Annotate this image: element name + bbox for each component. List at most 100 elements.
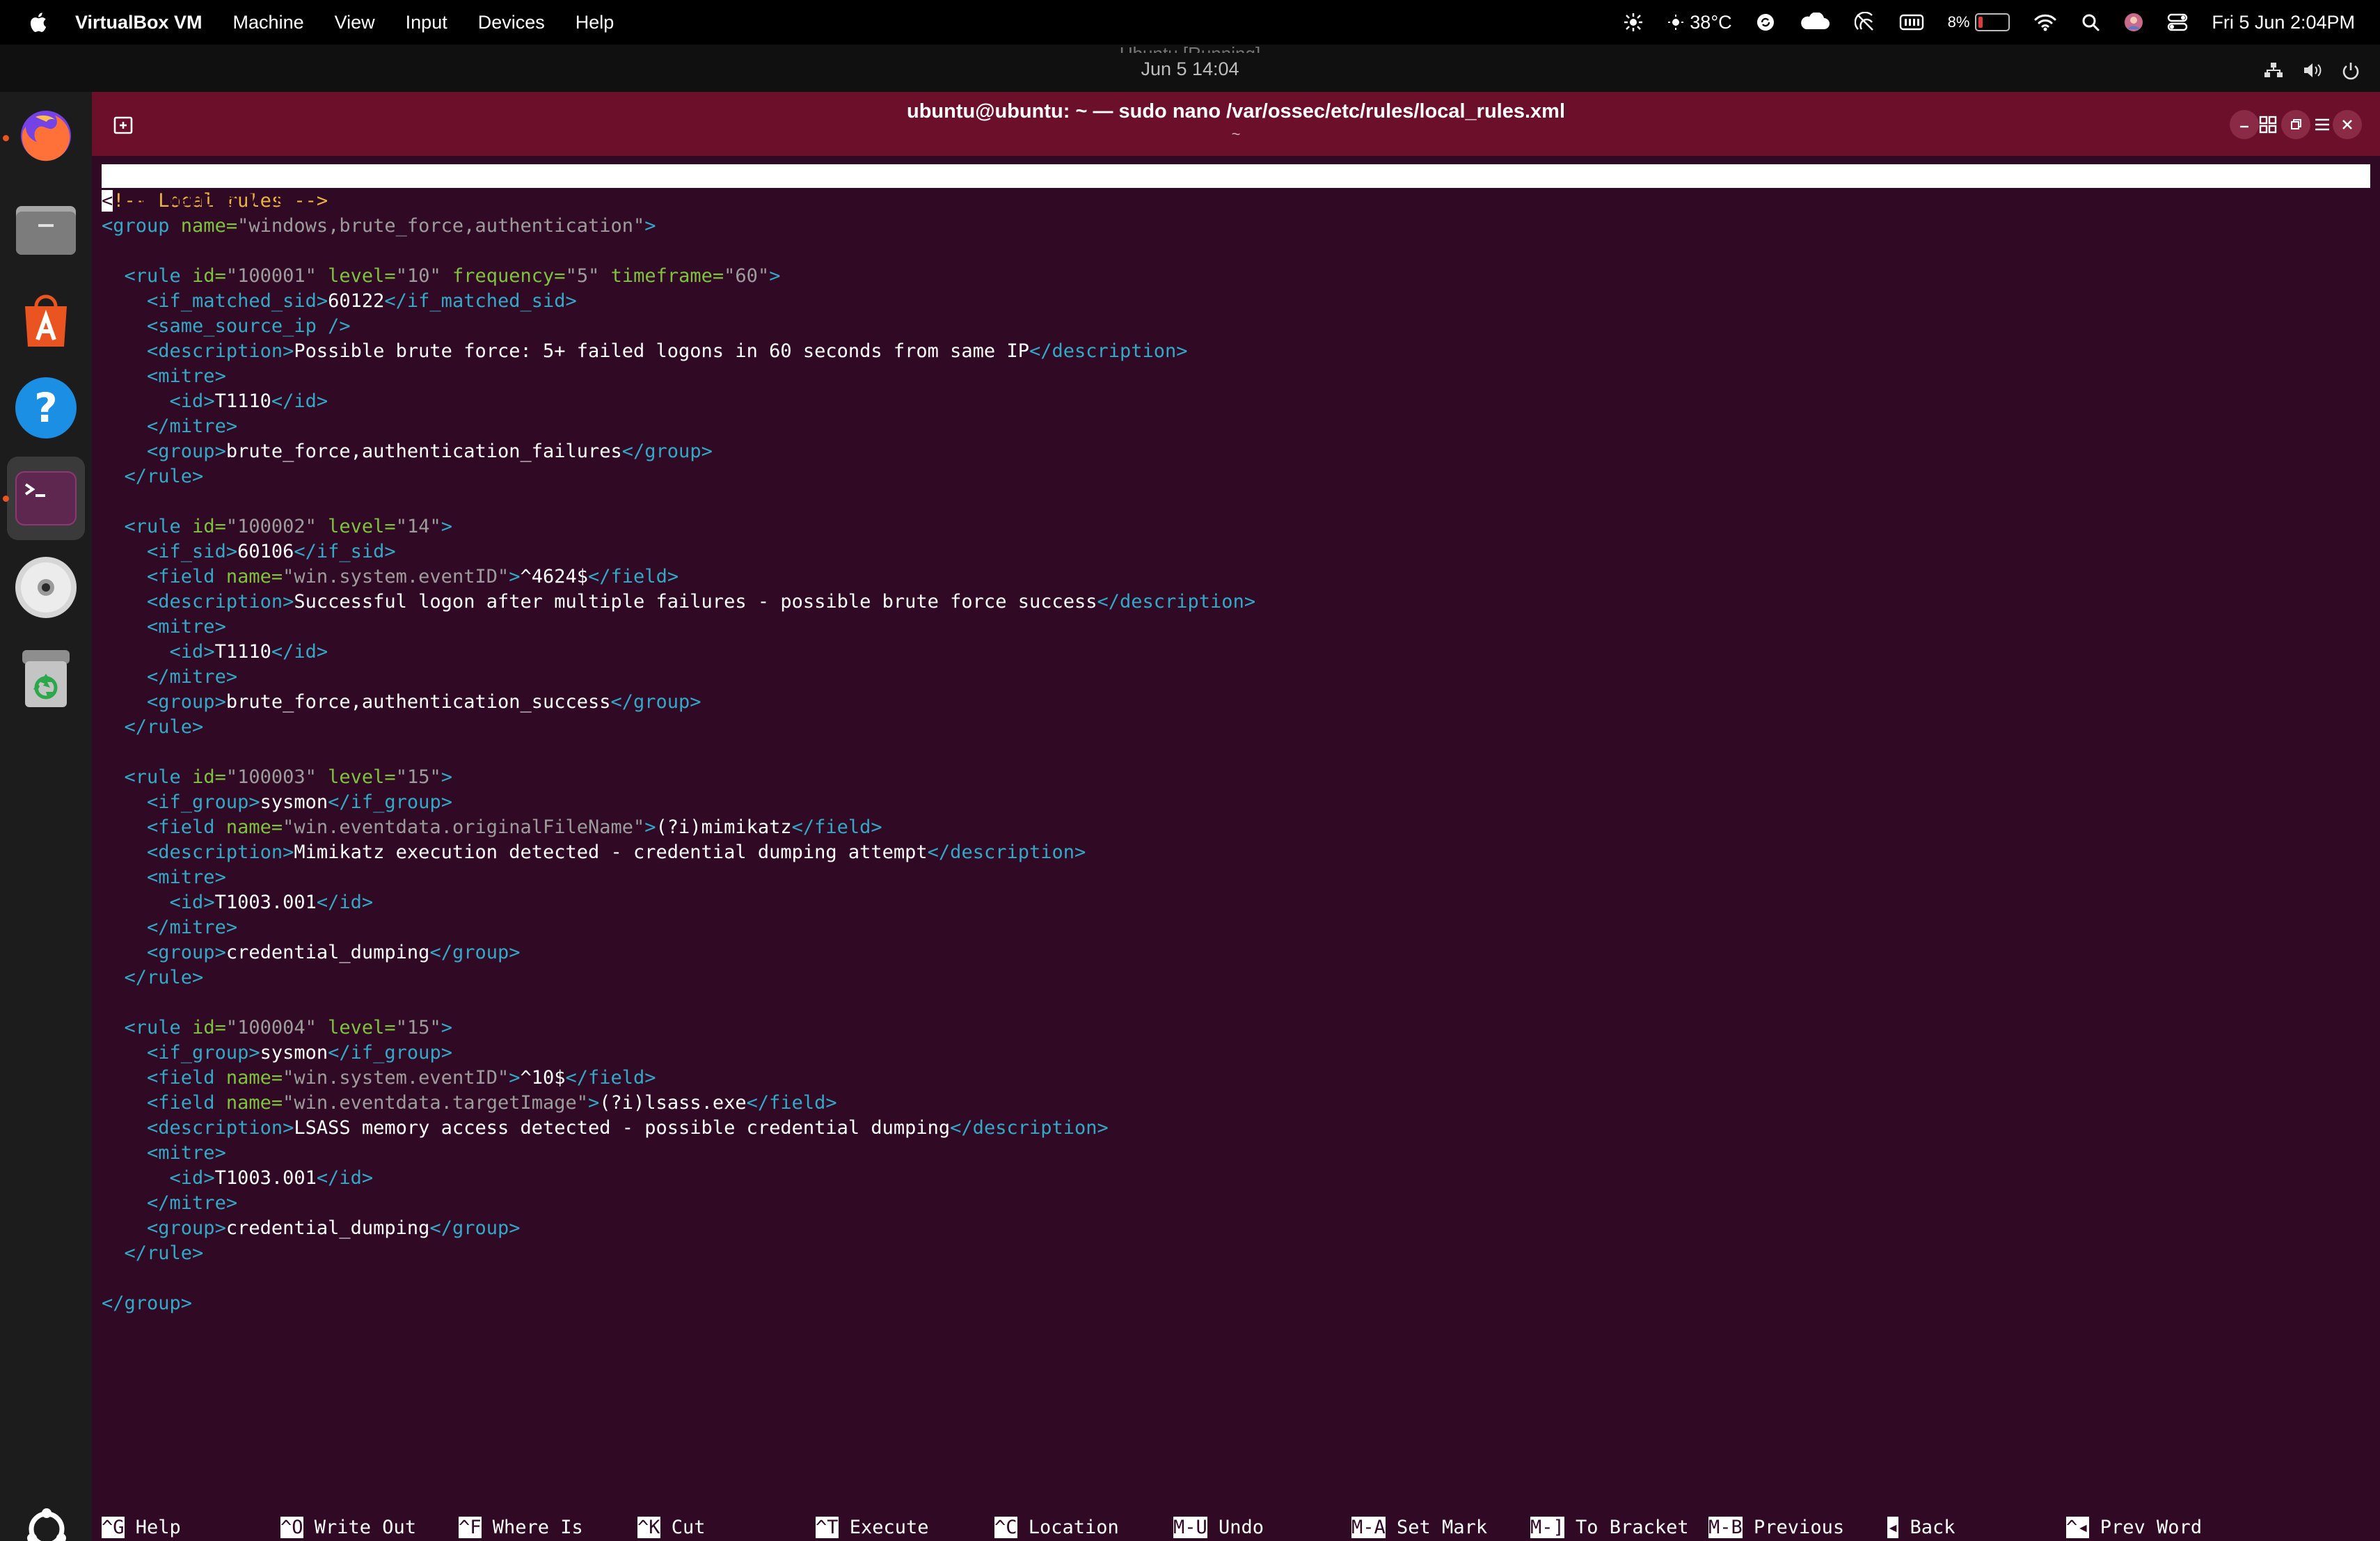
- power-icon[interactable]: [2341, 61, 2361, 86]
- editor-line[interactable]: [102, 740, 2370, 765]
- apple-logo-icon[interactable]: [28, 11, 47, 33]
- editor-line[interactable]: <rule id="100001" level="10" frequency="…: [102, 264, 2370, 289]
- brightness-icon[interactable]: [1623, 12, 1644, 33]
- app-name[interactable]: VirtualBox VM: [75, 12, 203, 33]
- menu-devices[interactable]: Devices: [478, 12, 545, 33]
- maximize-button[interactable]: [2281, 110, 2310, 139]
- menubar-datetime[interactable]: Fri 5 Jun 2:04PM: [2212, 12, 2355, 33]
- editor-line[interactable]: <group>credential_dumping</group>: [102, 940, 2370, 965]
- editor-line[interactable]: <mitre>: [102, 615, 2370, 640]
- editor-line[interactable]: <!-- Local rules -->: [102, 189, 2370, 214]
- editor-line[interactable]: <mitre>: [102, 865, 2370, 890]
- editor-line[interactable]: [102, 489, 2370, 514]
- airdrop-icon[interactable]: [1854, 12, 1875, 33]
- editor-line[interactable]: <id>T1110</id>: [102, 389, 2370, 414]
- editor-line[interactable]: <if_matched_sid>60122</if_matched_sid>: [102, 289, 2370, 314]
- editor-line[interactable]: [102, 239, 2370, 264]
- editor-line[interactable]: </rule>: [102, 464, 2370, 489]
- dock-trash[interactable]: [8, 640, 84, 716]
- dock-terminal[interactable]: [7, 457, 85, 540]
- battery-status[interactable]: 8%: [1948, 13, 2010, 31]
- code-token: 60106: [237, 541, 294, 562]
- menu-input[interactable]: Input: [406, 12, 447, 33]
- control-center-icon[interactable]: [2167, 13, 2188, 32]
- menu-machine[interactable]: Machine: [233, 12, 304, 33]
- editor-line[interactable]: <description>Mimikatz execution detected…: [102, 840, 2370, 865]
- terminal-headerbar[interactable]: ubuntu@ubuntu: ~ — sudo nano /var/ossec/…: [92, 92, 2380, 156]
- shortcut-write-out[interactable]: ^O Write Out: [280, 1515, 416, 1541]
- editor-line[interactable]: <description>Successful logon after mult…: [102, 590, 2370, 615]
- shortcut-undo[interactable]: M-U Undo: [1173, 1515, 1264, 1541]
- sync-icon[interactable]: [1756, 13, 1775, 32]
- shortcut-back[interactable]: ◂ Back: [1887, 1515, 1955, 1541]
- editor-line[interactable]: <id>T1110</id>: [102, 640, 2370, 665]
- editor-line[interactable]: <if_group>sysmon</if_group>: [102, 1041, 2370, 1066]
- editor-line[interactable]: </mitre>: [102, 915, 2370, 940]
- close-button[interactable]: [2333, 110, 2362, 139]
- editor-line[interactable]: <description>LSASS memory access detecte…: [102, 1116, 2370, 1141]
- shortcut-cut[interactable]: ^K Cut: [637, 1515, 706, 1541]
- editor-line[interactable]: <description>Possible brute force: 5+ fa…: [102, 339, 2370, 364]
- editor-line[interactable]: </mitre>: [102, 1191, 2370, 1216]
- editor-line[interactable]: <id>T1003.001</id>: [102, 890, 2370, 915]
- user-avatar-icon[interactable]: [2124, 13, 2143, 32]
- shortcut-previous[interactable]: M-B Previous: [1708, 1515, 1844, 1541]
- editor-line[interactable]: <rule id="100003" level="15">: [102, 765, 2370, 790]
- editor-line[interactable]: <mitre>: [102, 364, 2370, 389]
- editor-line[interactable]: <field name="win.system.eventID">^4624$<…: [102, 564, 2370, 590]
- code-token: "100002": [225, 516, 317, 537]
- keyboard-icon[interactable]: [1899, 13, 1924, 31]
- dock-files[interactable]: [8, 192, 84, 267]
- wifi-icon[interactable]: [2033, 13, 2057, 32]
- editor-line[interactable]: </rule>: [102, 715, 2370, 740]
- code-token: "60": [724, 265, 770, 287]
- editor-line[interactable]: [102, 990, 2370, 1016]
- minimize-button[interactable]: [2230, 110, 2259, 139]
- dock-app-center[interactable]: [8, 282, 84, 357]
- show-apps-button[interactable]: [25, 1508, 68, 1541]
- editor-line[interactable]: <group>brute_force,authentication_failur…: [102, 439, 2370, 464]
- shortcut-location[interactable]: ^C Location: [994, 1515, 1119, 1541]
- editor-line[interactable]: </rule>: [102, 965, 2370, 990]
- menu-view[interactable]: View: [335, 12, 375, 33]
- editor-line[interactable]: <rule id="100004" level="15">: [102, 1016, 2370, 1041]
- volume-icon[interactable]: [2302, 61, 2323, 86]
- editor-line[interactable]: <if_group>sysmon</if_group>: [102, 790, 2370, 815]
- editor-line[interactable]: <field name="win.eventdata.originalFileN…: [102, 815, 2370, 840]
- guest-system-tray[interactable]: [2263, 61, 2361, 86]
- shortcut-to-bracket[interactable]: M-] To Bracket: [1530, 1515, 1689, 1541]
- shortcut-set-mark[interactable]: M-A Set Mark: [1351, 1515, 1487, 1541]
- shortcut-prev-word[interactable]: ^◂ Prev Word: [2066, 1515, 2202, 1541]
- terminal-window[interactable]: ubuntu@ubuntu: ~ — sudo nano /var/ossec/…: [92, 92, 2380, 1541]
- editor-line[interactable]: <group>brute_force,authentication_succes…: [102, 690, 2370, 715]
- shortcut-help[interactable]: ^G Help: [102, 1515, 181, 1541]
- editor-line[interactable]: <field name="win.system.eventID">^10$</f…: [102, 1066, 2370, 1091]
- editor-line[interactable]: <same_source_ip />: [102, 314, 2370, 339]
- editor-buffer[interactable]: <!-- Local rules --><group name="windows…: [102, 189, 2370, 1316]
- nano-editor[interactable]: GNU nano 8.7.1 /var/ossec/etc/rules/loca…: [102, 164, 2370, 1316]
- code-token: ^4624$: [520, 566, 589, 587]
- shortcut-execute[interactable]: ^T Execute: [816, 1515, 929, 1541]
- editor-line[interactable]: <mitre>: [102, 1141, 2370, 1166]
- editor-line[interactable]: <id>T1003.001</id>: [102, 1166, 2370, 1191]
- shortcut-where-is[interactable]: ^F Where Is: [459, 1515, 583, 1541]
- editor-line[interactable]: <if_sid>60106</if_sid>: [102, 539, 2370, 564]
- search-icon[interactable]: [2081, 13, 2100, 32]
- editor-line[interactable]: <field name="win.eventdata.targetImage">…: [102, 1091, 2370, 1116]
- editor-line[interactable]: </mitre>: [102, 665, 2370, 690]
- dock-firefox[interactable]: [8, 97, 84, 172]
- guest-clock[interactable]: Jun 5 14:04: [0, 58, 2380, 80]
- cloud-icon[interactable]: [1799, 13, 1831, 32]
- editor-line[interactable]: <rule id="100002" level="14">: [102, 514, 2370, 539]
- network-icon[interactable]: [2263, 61, 2284, 86]
- menu-help[interactable]: Help: [576, 12, 614, 33]
- editor-line[interactable]: <group>credential_dumping</group>: [102, 1216, 2370, 1241]
- editor-line[interactable]: [102, 1266, 2370, 1291]
- dock-optical-drive[interactable]: [8, 550, 84, 625]
- code-token: </mitre>: [147, 1192, 238, 1214]
- editor-line[interactable]: </group>: [102, 1291, 2370, 1316]
- dock-help[interactable]: ?: [8, 370, 84, 445]
- editor-line[interactable]: </rule>: [102, 1241, 2370, 1266]
- weather-widget[interactable]: 38°C: [1667, 12, 1732, 33]
- editor-line[interactable]: </mitre>: [102, 414, 2370, 439]
